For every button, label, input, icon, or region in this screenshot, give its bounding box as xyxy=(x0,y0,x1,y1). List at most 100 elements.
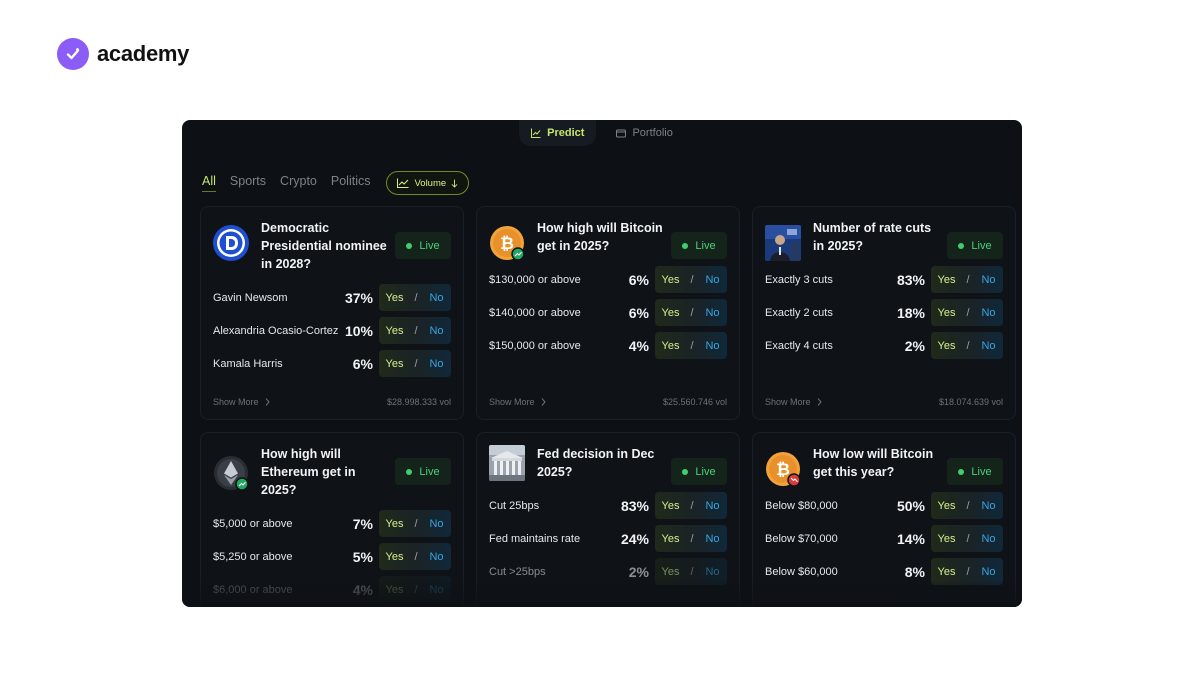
outcome-percent: 50% xyxy=(896,497,925,514)
no-button[interactable]: No xyxy=(422,551,451,563)
yes-button[interactable]: Yes xyxy=(379,358,410,370)
outcome-row: Cut >25bps 2% Yes / No xyxy=(489,558,727,585)
tab-all[interactable]: All xyxy=(202,174,216,192)
yes-button[interactable]: Yes xyxy=(931,307,962,319)
yes-no-control: Yes / No xyxy=(379,576,451,603)
chevron-right-icon xyxy=(265,398,270,406)
brand[interactable]: academy xyxy=(57,38,189,70)
live-badge: Live xyxy=(947,232,1003,259)
no-button[interactable]: No xyxy=(422,518,451,530)
market-card[interactable]: Fed decision in Dec 2025? Live Cut 25bps… xyxy=(476,432,740,607)
yes-button[interactable]: Yes xyxy=(931,533,962,545)
yes-button[interactable]: Yes xyxy=(379,551,410,563)
nav-portfolio[interactable]: Portfolio xyxy=(604,120,684,146)
outcome-percent: 4% xyxy=(352,581,373,598)
market-card[interactable]: ₿ How low will Bitcoin get this year? Li… xyxy=(752,432,1016,607)
yes-no-control: Yes / No xyxy=(655,558,727,585)
fed-chair-photo-icon xyxy=(765,225,801,261)
outcome-percent: 5% xyxy=(352,548,373,565)
volume-text: $18.074.639 vol xyxy=(938,397,1003,407)
outcome-row: Exactly 3 cuts 83% Yes / No xyxy=(765,266,1003,293)
no-button[interactable]: No xyxy=(974,500,1003,512)
market-card[interactable]: Number of rate cuts in 2025? Live Exactl… xyxy=(752,206,1016,420)
yes-no-control: Yes / No xyxy=(379,510,451,537)
market-card[interactable]: How high will Ethereum get in 2025? Live… xyxy=(200,432,464,607)
yes-button[interactable]: Yes xyxy=(379,292,410,304)
outcome-percent: 37% xyxy=(344,289,373,306)
live-badge: Live xyxy=(671,232,727,259)
yes-button[interactable]: Yes xyxy=(931,566,962,578)
no-button[interactable]: No xyxy=(422,358,451,370)
yes-button[interactable]: Yes xyxy=(931,274,962,286)
market-card[interactable]: Democratic Presidential nominee in 2028?… xyxy=(200,206,464,420)
live-dot-icon xyxy=(682,242,689,249)
card-footer: Show More $28.998.333 vol xyxy=(213,396,451,408)
yes-button[interactable]: Yes xyxy=(379,518,410,530)
live-dot-icon xyxy=(682,468,689,475)
no-button[interactable]: No xyxy=(974,307,1003,319)
show-more-button[interactable]: Show More xyxy=(489,397,546,407)
tab-crypto[interactable]: Crypto xyxy=(280,174,317,192)
no-button[interactable]: No xyxy=(974,533,1003,545)
card-footer: Show More $25.560.746 vol xyxy=(489,396,727,408)
yes-button[interactable]: Yes xyxy=(655,533,686,545)
top-navigation: Predict Portfolio xyxy=(182,120,1022,146)
no-button[interactable]: No xyxy=(422,325,451,337)
yes-no-control: Yes / No xyxy=(379,543,451,570)
card-title: How high will Ethereum get in 2025? xyxy=(261,447,356,497)
check-badge-icon xyxy=(57,38,89,70)
no-button[interactable]: No xyxy=(698,500,727,512)
outcome-label: Cut >25bps xyxy=(489,565,546,578)
divider-slash: / xyxy=(690,306,694,319)
no-button[interactable]: No xyxy=(974,274,1003,286)
no-button[interactable]: No xyxy=(698,274,727,286)
sort-volume-button[interactable]: Volume xyxy=(386,171,470,195)
outcome-row: Gavin Newsom 37% Yes / No xyxy=(213,284,451,311)
yes-no-control: Yes / No xyxy=(655,332,727,359)
outcome-row: Below $70,000 14% Yes / No xyxy=(765,525,1003,552)
outcome-label: $5,000 or above xyxy=(213,517,293,530)
live-label: Live xyxy=(971,465,992,478)
show-more-button[interactable]: Show More xyxy=(765,397,822,407)
divider-slash: / xyxy=(966,499,970,512)
no-button[interactable]: No xyxy=(422,584,451,596)
yes-no-control: Yes / No xyxy=(655,299,727,326)
card-title: Democratic Presidential nominee in 2028? xyxy=(261,221,387,271)
yes-button[interactable]: Yes xyxy=(655,500,686,512)
yes-button[interactable]: Yes xyxy=(655,566,686,578)
live-label: Live xyxy=(419,239,440,252)
nav-predict[interactable]: Predict xyxy=(519,120,597,146)
no-button[interactable]: No xyxy=(698,566,727,578)
no-button[interactable]: No xyxy=(974,340,1003,352)
chart-line-icon xyxy=(397,178,409,188)
yes-button[interactable]: Yes xyxy=(379,325,410,337)
card-title: How low will Bitcoin get this year? xyxy=(813,447,934,479)
outcome-label: $6,000 or above xyxy=(213,583,293,596)
live-badge: Live xyxy=(671,458,727,485)
show-more-button[interactable]: Show More xyxy=(213,397,270,407)
yes-button[interactable]: Yes xyxy=(655,307,686,319)
yes-button[interactable]: Yes xyxy=(931,500,962,512)
no-button[interactable]: No xyxy=(422,292,451,304)
yes-button[interactable]: Yes xyxy=(655,274,686,286)
outcome-row: Exactly 4 cuts 2% Yes / No xyxy=(765,332,1003,359)
outcome-row: $130,000 or above 6% Yes / No xyxy=(489,266,727,293)
outcome-percent: 8% xyxy=(904,563,925,580)
tab-sports[interactable]: Sports xyxy=(230,174,266,192)
outcome-percent: 6% xyxy=(628,304,649,321)
market-card[interactable]: ₿ How high will Bitcoin get in 2025? Liv… xyxy=(476,206,740,420)
federal-reserve-building-icon xyxy=(489,445,525,481)
no-button[interactable]: No xyxy=(698,340,727,352)
sort-volume-label: Volume xyxy=(414,177,447,189)
no-button[interactable]: No xyxy=(698,533,727,545)
yes-button[interactable]: Yes xyxy=(655,340,686,352)
divider-slash: / xyxy=(966,565,970,578)
no-button[interactable]: No xyxy=(698,307,727,319)
outcome-row: Cut 25bps 83% Yes / No xyxy=(489,492,727,519)
tab-politics[interactable]: Politics xyxy=(331,174,371,192)
yes-button[interactable]: Yes xyxy=(379,584,410,596)
yes-button[interactable]: Yes xyxy=(931,340,962,352)
live-label: Live xyxy=(971,239,992,252)
outcome-label: Below $60,000 xyxy=(765,565,838,578)
no-button[interactable]: No xyxy=(974,566,1003,578)
